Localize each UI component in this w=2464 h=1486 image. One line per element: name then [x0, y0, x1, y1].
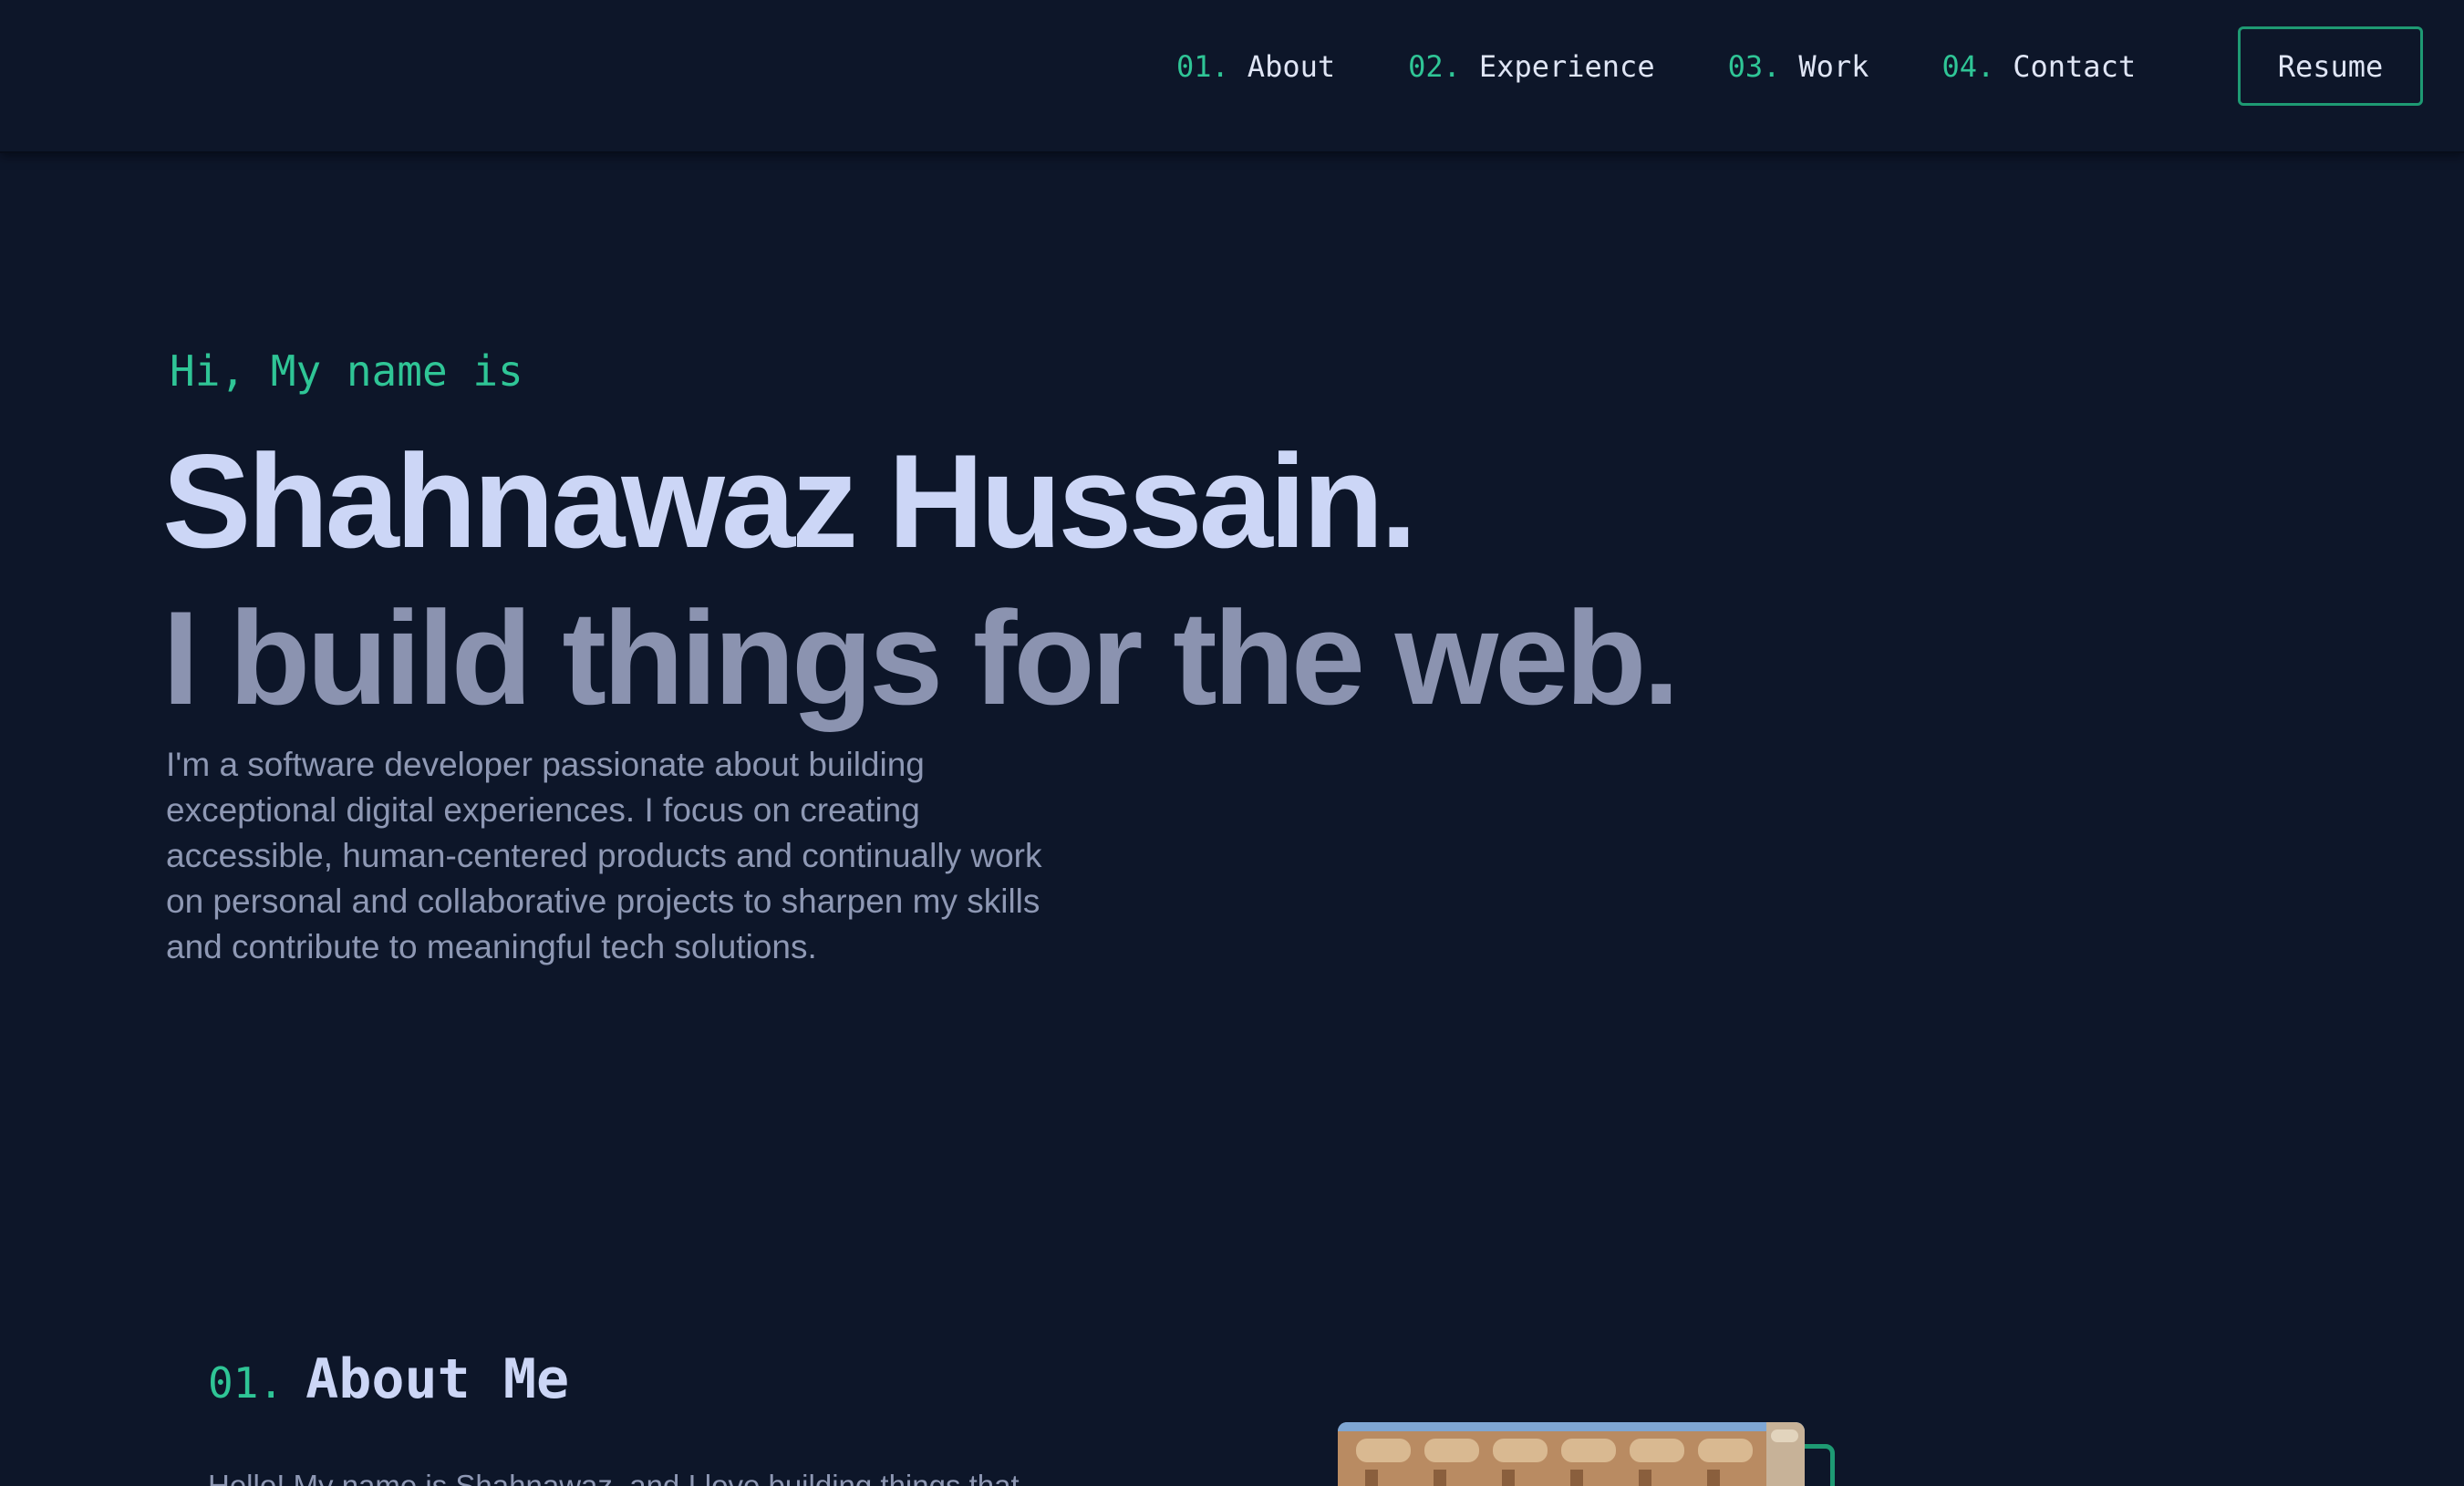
nav-item-label: About [1247, 48, 1336, 84]
hero-greeting: Hi, My name is [170, 346, 523, 396]
hero-tagline: I build things for the web. [162, 583, 1680, 732]
main-nav: 01. About 02. Experience 03. Work 04. Co… [1176, 0, 2209, 132]
section-title: About Me [305, 1347, 570, 1411]
nav-item-number: 01. [1176, 48, 1229, 84]
nav-item-number: 04. [1941, 48, 1995, 84]
nav-item-work[interactable]: 03. Work [1728, 49, 1869, 84]
portfolio-page: 01. About 02. Experience 03. Work 04. Co… [0, 0, 2464, 1486]
hero-description: I'm a software developer passionate abou… [166, 746, 1042, 965]
nav-item-experience[interactable]: 02. Experience [1408, 49, 1654, 84]
about-intro-text: Hello! My name is Shahnawaz, and I love … [208, 1469, 1020, 1486]
nav-item-number: 02. [1408, 48, 1461, 84]
photo-image-icon [1338, 1422, 1805, 1486]
nav-item-label: Contact [2013, 48, 2137, 84]
resume-button[interactable]: Resume [2238, 26, 2423, 106]
hero-name-heading: Shahnawaz Hussain. [162, 427, 1417, 575]
nav-item-about[interactable]: 01. About [1176, 49, 1335, 84]
nav-item-number: 03. [1727, 48, 1781, 84]
nav-item-contact[interactable]: 04. Contact [1941, 49, 2136, 84]
nav-item-label: Work [1798, 48, 1869, 84]
profile-photo [1338, 1422, 1805, 1486]
about-heading: 01. About Me [208, 1347, 569, 1411]
section-number: 01. [208, 1358, 285, 1408]
top-navbar: 01. About 02. Experience 03. Work 04. Co… [0, 0, 2464, 153]
nav-item-label: Experience [1478, 48, 1655, 84]
